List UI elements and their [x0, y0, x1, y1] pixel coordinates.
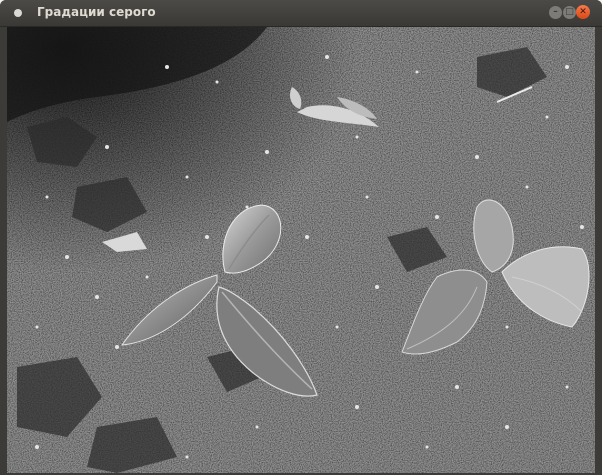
app-window: Градации серого – □ ✕ [0, 0, 602, 475]
window-title: Градации серого [37, 5, 156, 19]
window-menu-icon[interactable] [14, 9, 22, 17]
image-viewport [7, 27, 595, 473]
close-button[interactable]: ✕ [576, 5, 590, 19]
minimize-button[interactable]: – [549, 6, 562, 19]
title-bar[interactable]: Градации серого – □ ✕ [0, 0, 602, 27]
grayscale-photo [7, 27, 595, 473]
maximize-button[interactable]: □ [563, 6, 576, 19]
